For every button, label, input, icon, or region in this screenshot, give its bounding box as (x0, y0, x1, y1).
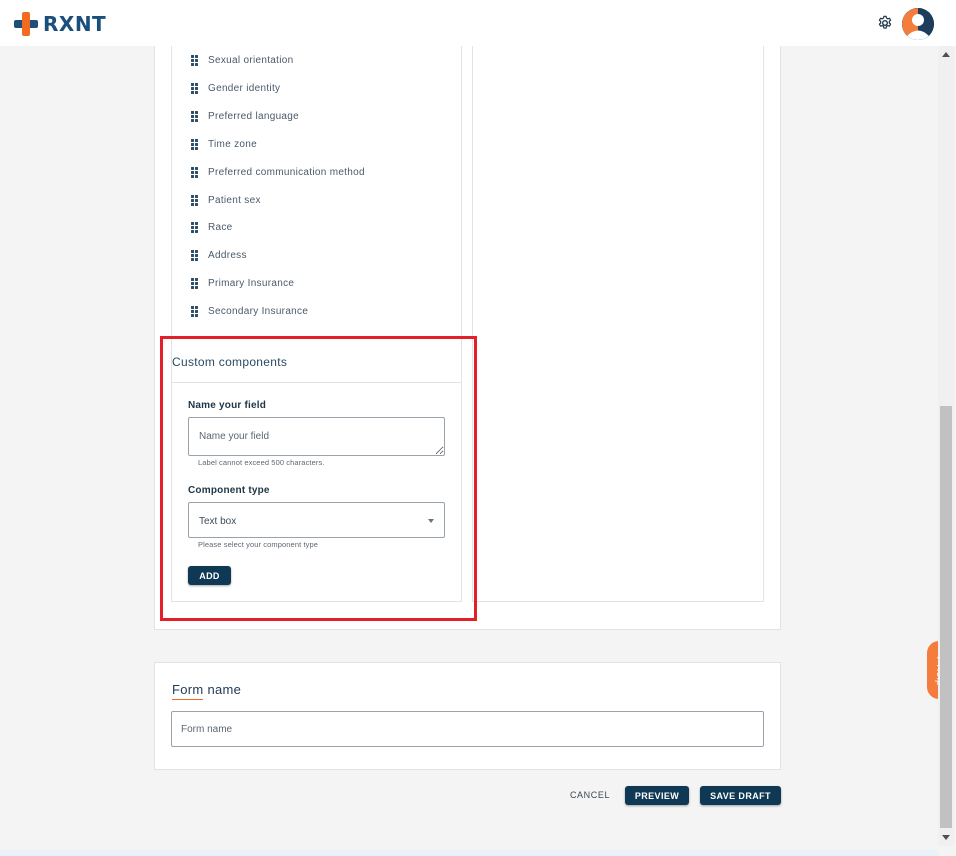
field-item[interactable]: Sexual orientation (191, 52, 293, 68)
form-name-title: Form name (172, 682, 242, 697)
field-item-label: Preferred language (208, 110, 300, 122)
gear-icon[interactable] (877, 15, 893, 31)
field-item-label: Address (208, 249, 247, 261)
field-item[interactable]: Secondary Insurance (191, 303, 308, 319)
rxnt-logo[interactable]: RXNT (14, 12, 106, 36)
field-item[interactable]: Race (191, 219, 233, 235)
save-draft-button[interactable]: SAVE DRAFT (700, 786, 781, 805)
field-item[interactable]: Patient sex (191, 192, 261, 208)
field-item[interactable]: Preferred language (191, 108, 299, 124)
scrollbar-thumb[interactable] (940, 406, 952, 828)
user-avatar-icon[interactable] (902, 8, 934, 40)
field-item[interactable]: Time zone (191, 136, 257, 152)
scroll-up-arrow-icon[interactable] (942, 52, 950, 57)
form-canvas-panel (472, 46, 764, 602)
field-item-label: Patient sex (208, 194, 261, 206)
field-item-label: Primary Insurance (208, 277, 295, 289)
rxnt-cross-icon (14, 12, 38, 36)
drag-handle-icon[interactable] (191, 221, 198, 233)
bottom-strip (0, 850, 938, 856)
field-item[interactable]: Primary Insurance (191, 275, 294, 291)
drag-handle-icon[interactable] (191, 138, 198, 150)
drag-handle-icon[interactable] (191, 166, 198, 178)
preview-button[interactable]: PREVIEW (625, 786, 689, 805)
scroll-down-arrow-icon[interactable] (942, 835, 950, 840)
field-item[interactable]: Address (191, 247, 247, 263)
title-underline (172, 699, 203, 700)
field-item-label: Time zone (208, 138, 258, 150)
form-name-input[interactable] (171, 711, 764, 747)
drag-handle-icon[interactable] (191, 277, 198, 289)
drag-handle-icon[interactable] (191, 110, 198, 122)
cancel-button[interactable]: CANCEL (566, 786, 614, 804)
field-item-label: Preferred communication method (208, 166, 365, 178)
brand-name: RXNT (43, 12, 107, 36)
drag-handle-icon[interactable] (191, 54, 198, 66)
field-item-label: Sexual orientation (208, 54, 294, 66)
drag-handle-icon[interactable] (191, 249, 198, 261)
field-item-label: Race (208, 221, 233, 233)
field-item-label: Gender identity (208, 82, 281, 94)
highlight-box (160, 336, 477, 621)
field-item[interactable]: Preferred communication method (191, 164, 365, 180)
drag-handle-icon[interactable] (191, 82, 198, 94)
page-scrollbar[interactable] (938, 46, 954, 846)
field-item-label: Secondary Insurance (208, 305, 309, 317)
field-item[interactable]: Gender identity (191, 80, 280, 96)
drag-handle-icon[interactable] (191, 194, 198, 206)
drag-handle-icon[interactable] (191, 305, 198, 317)
top-bar: RXNT (0, 0, 956, 46)
